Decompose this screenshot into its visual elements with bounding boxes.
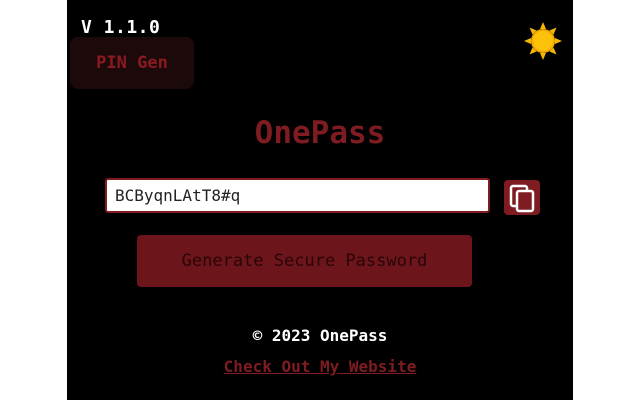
app-title: OnePass (254, 115, 386, 151)
version-label: V 1.1.0 (81, 17, 161, 38)
theme-toggle-button[interactable] (523, 21, 563, 61)
sun-icon (524, 22, 562, 60)
copy-button[interactable] (504, 180, 540, 215)
website-link[interactable]: Check Out My Website (67, 357, 573, 376)
generate-password-button[interactable]: Generate Secure Password (137, 235, 472, 287)
copy-icon (509, 184, 535, 213)
pin-gen-button[interactable]: PIN Gen (70, 37, 194, 89)
copyright-text: © 2023 OnePass (252, 326, 388, 345)
app-panel: V 1.1.0 PIN Gen OnePass Generate Secure (67, 0, 573, 400)
password-field[interactable] (105, 178, 490, 213)
